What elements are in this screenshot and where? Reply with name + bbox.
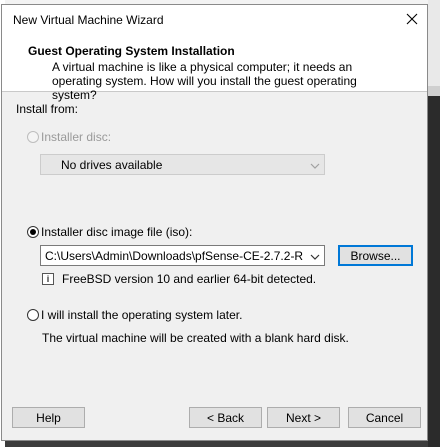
drive-select[interactable]: No drives available — [40, 154, 325, 175]
install-later-label[interactable]: I will install the operating system late… — [41, 308, 242, 322]
wizard-content: Install from: Installer disc: No drives … — [2, 92, 427, 412]
iso-path-value[interactable]: C:\Users\Admin\Downloads\pfSense-CE-2.7.… — [45, 249, 303, 263]
close-icon — [406, 13, 418, 28]
title-bar: New Virtual Machine Wizard — [2, 5, 427, 35]
installer-disc-radio[interactable] — [27, 131, 39, 143]
browse-button[interactable]: Browse... — [338, 245, 413, 266]
chevron-down-icon — [310, 160, 320, 170]
help-button[interactable]: Help — [12, 407, 85, 428]
iso-label[interactable]: Installer disc image file (iso): — [41, 225, 192, 239]
installer-disc-label[interactable]: Installer disc: — [41, 130, 111, 144]
window-title: New Virtual Machine Wizard — [13, 13, 164, 27]
chevron-down-icon[interactable] — [310, 251, 320, 261]
back-button[interactable]: < Back — [189, 407, 262, 428]
detection-note: FreeBSD version 10 and earlier 64-bit de… — [62, 272, 317, 286]
wizard-header: Guest Operating System Installation A vi… — [2, 35, 427, 102]
new-vm-wizard-dialog: New Virtual Machine Wizard Guest Operati… — [1, 4, 428, 441]
next-button[interactable]: Next > — [267, 407, 340, 428]
iso-path-combobox[interactable]: C:\Users\Admin\Downloads\pfSense-CE-2.7.… — [40, 245, 325, 266]
drive-select-value: No drives available — [61, 158, 163, 172]
info-icon: i — [42, 273, 54, 285]
install-from-label: Install from: — [16, 102, 79, 116]
close-button[interactable] — [397, 5, 427, 35]
page-title: Guest Operating System Installation — [28, 44, 235, 58]
install-later-radio[interactable] — [27, 309, 39, 321]
iso-radio[interactable] — [27, 226, 39, 238]
install-later-note: The virtual machine will be created with… — [42, 331, 349, 345]
cancel-button[interactable]: Cancel — [348, 407, 421, 428]
desktop-background-right — [428, 0, 440, 447]
